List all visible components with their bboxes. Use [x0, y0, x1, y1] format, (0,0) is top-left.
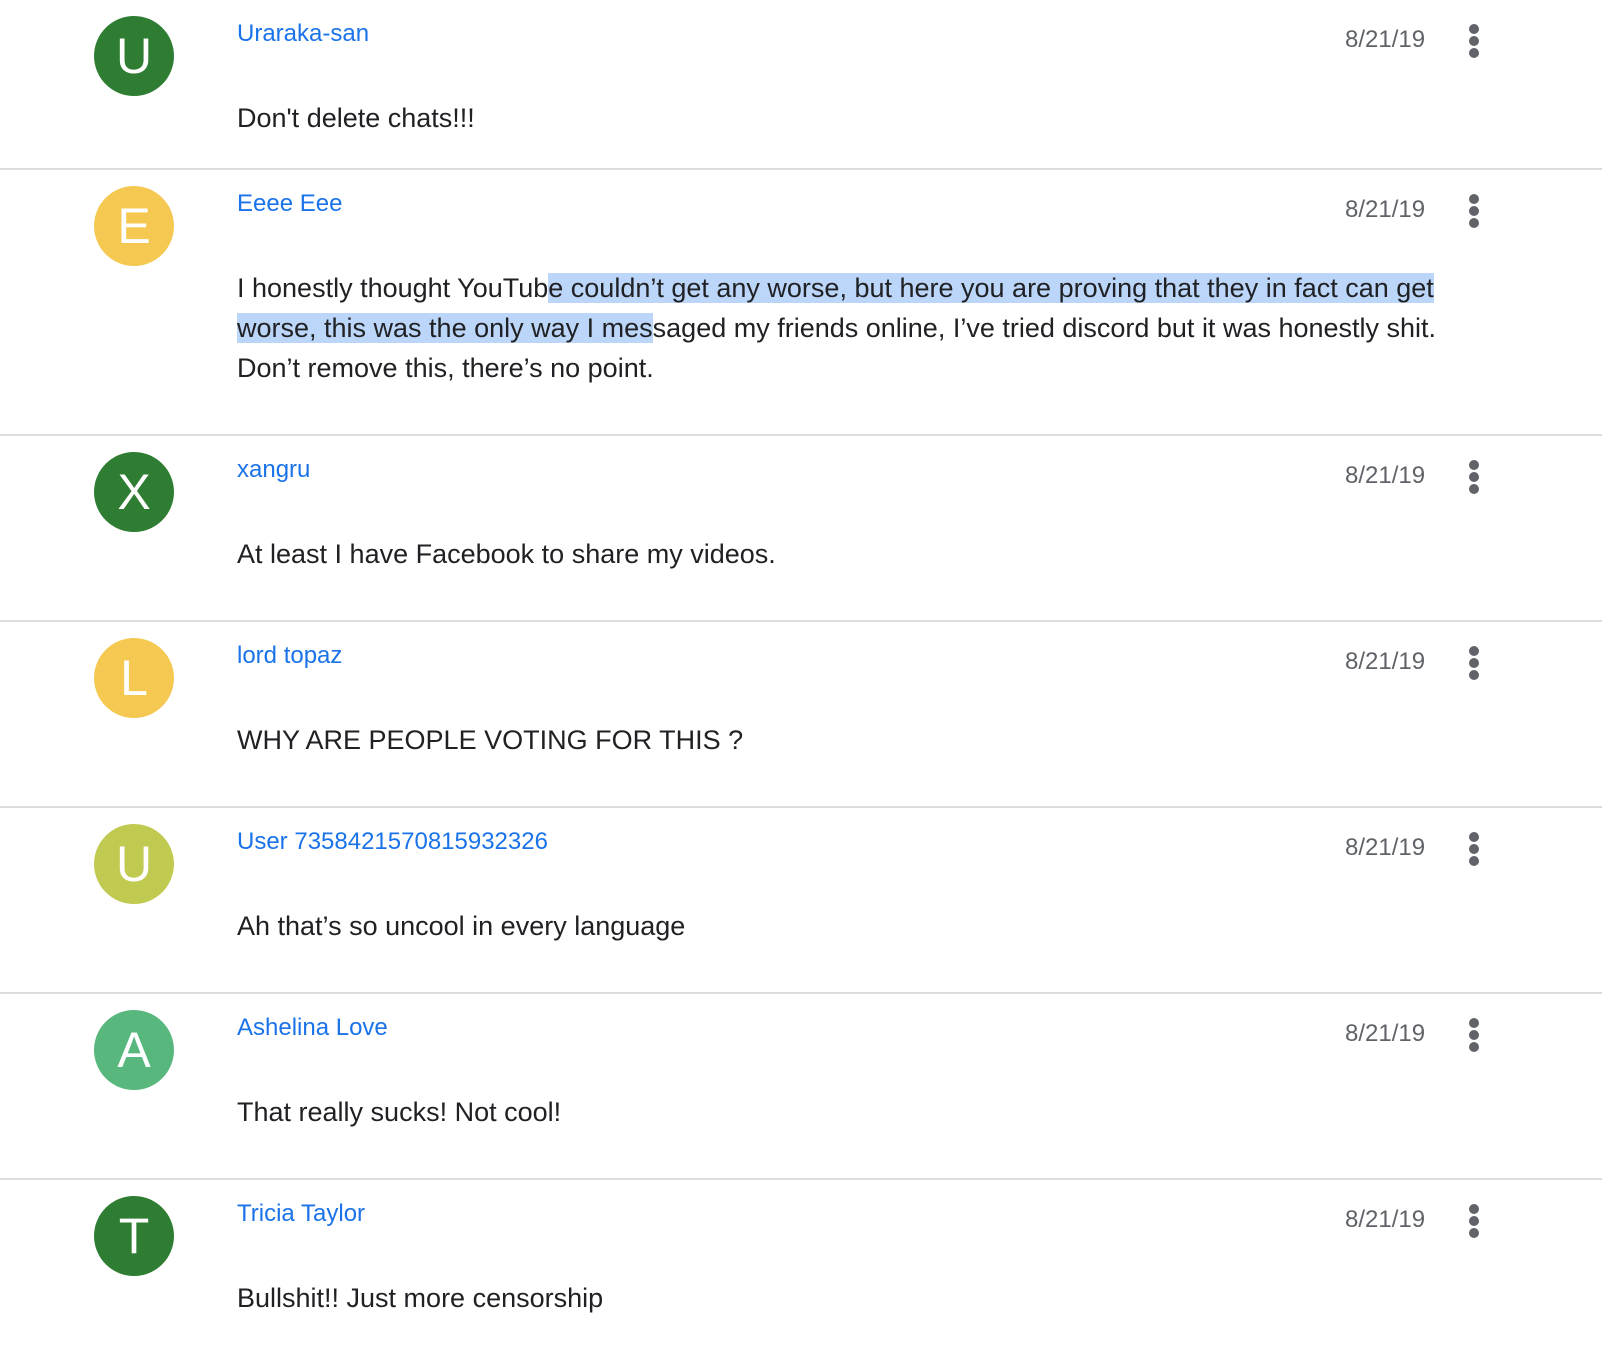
- author-link[interactable]: User 7358421570815932326: [237, 828, 548, 856]
- text-selection: e couldn’t get any worse, but here you a…: [548, 273, 1434, 303]
- more-vert-icon[interactable]: [1456, 1008, 1492, 1058]
- more-dot: [1469, 832, 1479, 842]
- more-dot: [1469, 1216, 1479, 1226]
- avatar: U: [94, 16, 174, 96]
- comment-item: T Tricia Taylor 8/21/19 Bullshit!! Just …: [0, 1180, 1602, 1350]
- more-vert-icon[interactable]: [1456, 1194, 1492, 1244]
- more-dot: [1469, 484, 1479, 494]
- comment-item: E Eeee Eee 8/21/19 I honestly thought Yo…: [0, 170, 1602, 436]
- author-link[interactable]: xangru: [237, 456, 310, 484]
- more-dot: [1469, 460, 1479, 470]
- more-dot: [1469, 1204, 1479, 1214]
- comment-text: I honestly thought YouTube couldn’t get …: [237, 268, 1485, 388]
- author-link[interactable]: Uraraka-san: [237, 20, 369, 48]
- author-link[interactable]: Eeee Eee: [237, 190, 342, 218]
- comment-text: WHY ARE PEOPLE VOTING FOR THIS ?: [237, 725, 744, 755]
- avatar: E: [94, 186, 174, 266]
- more-dot: [1469, 856, 1479, 866]
- comment-text: Bullshit!! Just more censorship: [237, 1283, 604, 1313]
- author-link[interactable]: lord topaz: [237, 642, 342, 670]
- more-dot: [1469, 1030, 1479, 1040]
- more-dot: [1469, 1042, 1479, 1052]
- more-vert-icon[interactable]: [1456, 184, 1492, 234]
- comment-item: X xangru 8/21/19 At least I have Faceboo…: [0, 436, 1602, 622]
- more-dot: [1469, 206, 1479, 216]
- comment-date: 8/21/19: [1345, 1020, 1426, 1047]
- more-vert-icon[interactable]: [1456, 636, 1492, 686]
- avatar: X: [94, 452, 174, 532]
- more-dot: [1469, 1228, 1479, 1238]
- comment-text: Don't delete chats!!!: [237, 103, 475, 133]
- more-vert-icon[interactable]: [1456, 822, 1492, 872]
- comment-date: 8/21/19: [1345, 196, 1426, 223]
- author-link[interactable]: Tricia Taylor: [237, 1200, 365, 1228]
- more-dot: [1469, 658, 1479, 668]
- comment-date: 8/21/19: [1345, 834, 1426, 861]
- comment-date: 8/21/19: [1345, 1206, 1426, 1233]
- more-dot: [1469, 844, 1479, 854]
- comment-date: 8/21/19: [1345, 648, 1426, 675]
- comment-text: At least I have Facebook to share my vid…: [237, 539, 776, 569]
- more-dot: [1469, 670, 1479, 680]
- comment-item: U User 7358421570815932326 8/21/19 Ah th…: [0, 808, 1602, 994]
- avatar: A: [94, 1010, 174, 1090]
- comment-item: A Ashelina Love 8/21/19 That really suck…: [0, 994, 1602, 1180]
- avatar: L: [94, 638, 174, 718]
- more-dot: [1469, 472, 1479, 482]
- comment-item: L lord topaz 8/21/19 WHY ARE PEOPLE VOTI…: [0, 622, 1602, 808]
- comment-text: That really sucks! Not cool!: [237, 1097, 562, 1127]
- comment-item: U Uraraka-san 8/21/19 Don't delete chats…: [0, 0, 1602, 170]
- comment-date: 8/21/19: [1345, 26, 1426, 53]
- text-unselected: I honestly thought YouTub: [237, 273, 549, 303]
- more-dot: [1469, 194, 1479, 204]
- comment-date: 8/21/19: [1345, 462, 1426, 489]
- more-dot: [1469, 48, 1479, 58]
- more-dot: [1469, 1018, 1479, 1028]
- avatar: T: [94, 1196, 174, 1276]
- more-vert-icon[interactable]: [1456, 14, 1492, 64]
- text-selection: worse, this was the only way I mes: [237, 313, 653, 343]
- more-dot: [1469, 218, 1479, 228]
- more-dot: [1469, 36, 1479, 46]
- comment-text: Ah that’s so uncool in every language: [237, 911, 686, 941]
- author-link[interactable]: Ashelina Love: [237, 1014, 388, 1042]
- more-dot: [1469, 646, 1479, 656]
- more-vert-icon[interactable]: [1456, 450, 1492, 500]
- more-dot: [1469, 24, 1479, 34]
- avatar: U: [94, 824, 174, 904]
